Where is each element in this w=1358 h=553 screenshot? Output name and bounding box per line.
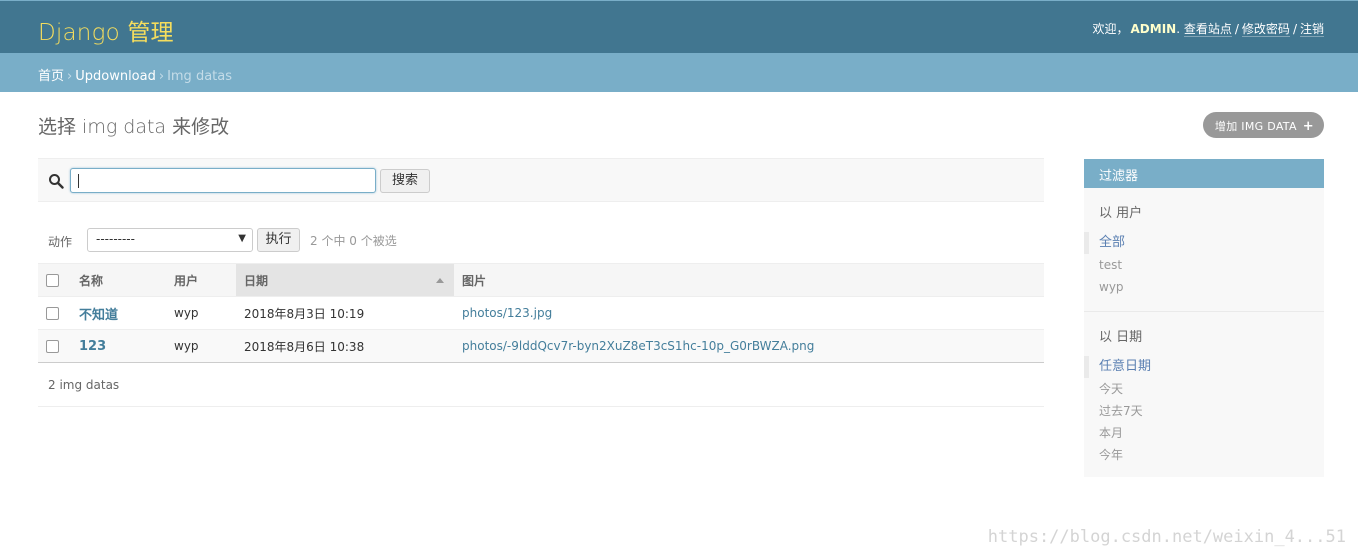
filter-option-past-7-days[interactable]: 过去7天 xyxy=(1084,400,1324,422)
text-caret xyxy=(78,174,79,188)
user-tools: 欢迎， ADMIN. 查看站点 / 修改密码 / 注销 xyxy=(1092,22,1324,37)
row-checkbox[interactable] xyxy=(46,340,59,353)
logout-link[interactable]: 注销 xyxy=(1299,22,1324,37)
paginator: 2 img datas xyxy=(38,364,1044,407)
sort-ascending-icon[interactable] xyxy=(436,278,444,283)
breadcrumb-current: Img datas xyxy=(167,69,232,84)
filter-heading-user: 以 用户 xyxy=(1099,206,1143,221)
filter-list-date: 任意日期 今天 过去7天 本月 今年 xyxy=(1084,356,1324,479)
breadcrumb-app[interactable]: Updownload xyxy=(75,69,156,84)
user-cell: wyp xyxy=(166,329,236,363)
column-header-image[interactable]: 图片 xyxy=(454,263,1044,297)
row-select-cell xyxy=(38,296,71,330)
run-action-button[interactable]: 执行 xyxy=(257,228,300,252)
search-input[interactable] xyxy=(70,168,376,193)
breadcrumb-home[interactable]: 首页 xyxy=(38,69,64,84)
filter-title: 过滤器 xyxy=(1084,159,1324,188)
page-title: 选择 img data 来修改 xyxy=(38,116,230,138)
filter-option-all[interactable]: 全部 xyxy=(1084,232,1324,254)
select-all-checkbox[interactable] xyxy=(46,274,59,287)
dropdown-arrow-icon: ▼ xyxy=(238,233,246,244)
image-link[interactable]: photos/-9lddQcv7r-byn2XuZ8eT3cS1hc-10p_G… xyxy=(462,339,814,353)
row-checkbox[interactable] xyxy=(46,307,59,320)
action-select[interactable]: --------- ▼ xyxy=(87,228,253,252)
action-label: 动作 xyxy=(48,235,73,249)
date-cell: 2018年8月3日 10:19 xyxy=(236,296,454,330)
date-cell: 2018年8月6日 10:38 xyxy=(236,329,454,363)
breadcrumb: 首页 › Updownload › Img datas xyxy=(0,53,1358,92)
header: Django 管理 欢迎， ADMIN. 查看站点 / 修改密码 / 注销 xyxy=(0,0,1358,53)
filter-list-user: 全部 test wyp xyxy=(1084,232,1324,312)
column-header-user[interactable]: 用户 xyxy=(166,263,236,297)
filter-sidebar: 过滤器 以 用户 全部 test wyp 以 日期 任意日期 今天 过去7天 本… xyxy=(1084,159,1324,477)
change-password-link[interactable]: 修改密码 xyxy=(1241,22,1290,37)
filter-option-wyp[interactable]: wyp xyxy=(1084,276,1324,298)
actions-bar: 动作 --------- ▼ 执行 2 个中 0 个被选 xyxy=(38,224,1044,256)
watermark: https://blog.csdn.net/weixin_4...51 xyxy=(987,527,1346,547)
action-selected-value: --------- xyxy=(96,232,135,246)
table-row: 123 wyp 2018年8月6日 10:38 photos/-9lddQcv7… xyxy=(38,329,1044,363)
image-link[interactable]: photos/123.jpg xyxy=(462,306,552,320)
result-table: 名称 用户 日期 图片 不知道 wyp 2018年8月3日 10:19 phot… xyxy=(38,263,1044,363)
search-toolbar: 搜索 xyxy=(38,158,1044,202)
select-all-header xyxy=(38,263,71,297)
name-cell: 不知道 xyxy=(71,296,166,330)
add-button-label: 增加 IMG DATA xyxy=(1214,120,1297,133)
name-cell: 123 xyxy=(71,329,166,363)
filter-option-today[interactable]: 今天 xyxy=(1084,378,1324,400)
row-select-cell xyxy=(38,329,71,363)
username: ADMIN xyxy=(1130,22,1177,36)
add-img-data-button[interactable]: 增加 IMG DATA + xyxy=(1202,112,1324,138)
record-link[interactable]: 不知道 xyxy=(79,308,118,323)
column-header-date[interactable]: 日期 xyxy=(236,263,454,297)
filter-heading-date: 以 日期 xyxy=(1099,330,1143,345)
user-cell: wyp xyxy=(166,296,236,330)
filter-option-any-date[interactable]: 任意日期 xyxy=(1084,356,1324,378)
plus-icon: + xyxy=(1302,119,1314,134)
search-button[interactable]: 搜索 xyxy=(380,169,430,193)
view-site-link[interactable]: 查看站点 xyxy=(1183,22,1232,37)
image-cell: photos/-9lddQcv7r-byn2XuZ8eT3cS1hc-10p_G… xyxy=(454,329,1044,363)
image-cell: photos/123.jpg xyxy=(454,296,1044,330)
record-link[interactable]: 123 xyxy=(79,339,106,354)
filter-option-test[interactable]: test xyxy=(1084,254,1324,276)
table-row: 不知道 wyp 2018年8月3日 10:19 photos/123.jpg xyxy=(38,296,1044,330)
filter-option-this-month[interactable]: 本月 xyxy=(1084,422,1324,444)
site-branding[interactable]: Django 管理 xyxy=(38,13,174,47)
filter-option-this-year[interactable]: 今年 xyxy=(1084,444,1324,466)
welcome-text: 欢迎， xyxy=(1092,22,1129,36)
column-header-name[interactable]: 名称 xyxy=(71,263,166,297)
search-icon xyxy=(49,174,64,189)
action-counter: 2 个中 0 个被选 xyxy=(310,234,397,248)
